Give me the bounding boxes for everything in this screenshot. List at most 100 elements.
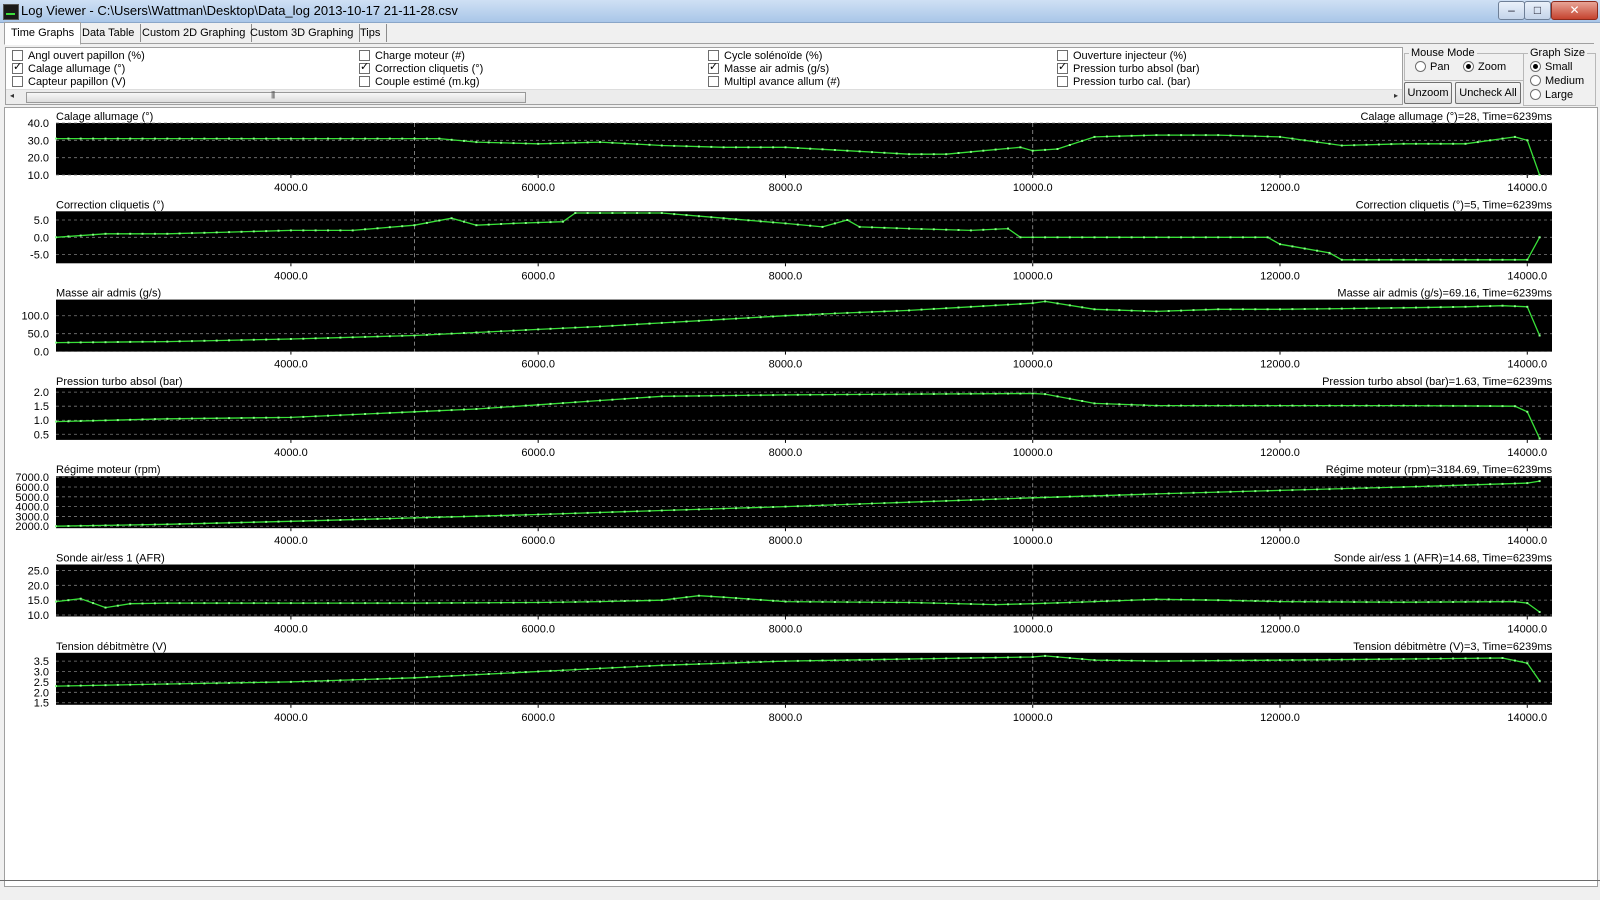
y-tick-label: 40.0 bbox=[28, 118, 49, 130]
channel-item[interactable]: Pression turbo absol (bar) bbox=[1057, 61, 1200, 76]
data-point bbox=[1056, 302, 1059, 305]
channel-item[interactable]: Couple estimé (m.kg) bbox=[359, 75, 480, 89]
checkbox[interactable] bbox=[12, 61, 23, 74]
unzoom-button[interactable]: Unzoom bbox=[1404, 82, 1452, 104]
channel-item[interactable]: Correction cliquetis (°) bbox=[359, 61, 483, 76]
data-point bbox=[1291, 137, 1294, 140]
data-point bbox=[1068, 304, 1071, 307]
scrollbar-thumb[interactable]: ||| bbox=[26, 90, 526, 103]
tab-time-graphs[interactable]: Time Graphs bbox=[4, 22, 82, 45]
channel-item[interactable]: Capteur papillon (V) bbox=[12, 75, 126, 89]
channel-item[interactable]: Cycle solénoïde (%) bbox=[708, 49, 822, 63]
data-point bbox=[772, 315, 775, 318]
checkbox[interactable] bbox=[359, 75, 370, 87]
checkbox[interactable] bbox=[12, 49, 23, 61]
data-point bbox=[586, 400, 589, 403]
data-point bbox=[747, 506, 750, 509]
close-button[interactable]: ✕ bbox=[1551, 1, 1598, 20]
data-point bbox=[549, 669, 552, 672]
data-point bbox=[722, 662, 725, 665]
data-point bbox=[1192, 659, 1195, 662]
data-point bbox=[796, 659, 799, 662]
minimize-button[interactable]: – bbox=[1498, 1, 1525, 20]
channel-item[interactable]: Calage allumage (°) bbox=[12, 61, 125, 76]
data-point bbox=[586, 511, 589, 514]
data-point bbox=[1353, 487, 1356, 490]
data-point bbox=[1093, 600, 1096, 603]
checkbox[interactable] bbox=[359, 49, 370, 61]
graph-size-small[interactable]: Small bbox=[1530, 60, 1573, 73]
data-point bbox=[1316, 307, 1319, 310]
radio-button[interactable] bbox=[1415, 60, 1426, 72]
data-point bbox=[67, 341, 70, 344]
radio-button[interactable] bbox=[1530, 74, 1541, 86]
plot-background bbox=[56, 123, 1552, 175]
horizontal-scrollbar[interactable]: ◂ ||| ▸ bbox=[6, 89, 1402, 104]
data-point bbox=[475, 331, 478, 334]
x-tick-label: 12000.0 bbox=[1260, 182, 1300, 194]
data-point bbox=[932, 602, 935, 605]
tab-custom-3d-graphing[interactable]: Custom 3D Graphing bbox=[244, 24, 361, 42]
graph-size-large[interactable]: Large bbox=[1530, 88, 1574, 101]
uncheck-all-button[interactable]: Uncheck All bbox=[1455, 82, 1521, 104]
scroll-right-arrow-icon[interactable]: ▸ bbox=[1394, 91, 1398, 100]
channel-item[interactable]: Masse air admis (g/s) bbox=[708, 61, 829, 76]
data-point bbox=[327, 602, 329, 605]
graph-size-large-label: Large bbox=[1545, 89, 1574, 101]
data-point bbox=[141, 137, 144, 140]
checkbox[interactable] bbox=[708, 49, 719, 61]
data-point bbox=[475, 673, 478, 676]
checkbox[interactable] bbox=[1057, 49, 1068, 61]
radio-button[interactable] bbox=[1463, 60, 1474, 72]
data-point bbox=[104, 341, 107, 344]
channel-item[interactable]: Angl ouvert papillon (%) bbox=[12, 49, 145, 63]
maximize-button[interactable]: □ bbox=[1524, 1, 1551, 20]
data-point bbox=[339, 679, 342, 682]
data-point bbox=[376, 227, 379, 230]
data-point bbox=[537, 142, 540, 145]
tab-custom-2d-graphing[interactable]: Custom 2D Graphing bbox=[136, 24, 253, 42]
data-point bbox=[697, 215, 700, 218]
data-point bbox=[932, 393, 935, 395]
data-point bbox=[450, 332, 453, 335]
data-point bbox=[1526, 305, 1529, 308]
data-point bbox=[1031, 602, 1034, 605]
data-point bbox=[1353, 601, 1356, 603]
channel-item[interactable]: Pression turbo cal. (bar) bbox=[1057, 75, 1190, 89]
graph-size-small-label: Small bbox=[1545, 61, 1573, 73]
radio-button[interactable] bbox=[1530, 88, 1541, 100]
plot-background bbox=[56, 387, 1552, 440]
channel-item[interactable]: Multipl avance allum (#) bbox=[708, 75, 840, 89]
mouse-mode-pan[interactable]: Pan bbox=[1415, 60, 1450, 73]
data-point bbox=[1044, 393, 1047, 396]
checkbox[interactable] bbox=[1057, 75, 1068, 87]
checkbox[interactable] bbox=[708, 75, 719, 87]
data-point bbox=[178, 417, 181, 420]
data-point bbox=[1291, 308, 1294, 311]
scroll-left-arrow-icon[interactable]: ◂ bbox=[10, 91, 14, 100]
data-point bbox=[1180, 404, 1183, 407]
data-point bbox=[1439, 484, 1442, 487]
x-tick-label: 10000.0 bbox=[1013, 270, 1053, 282]
data-point bbox=[178, 682, 181, 685]
data-point bbox=[1143, 493, 1145, 496]
graph-size-medium[interactable]: Medium bbox=[1530, 74, 1584, 87]
data-point bbox=[759, 598, 762, 601]
channel-item[interactable]: Charge moteur (#) bbox=[359, 49, 465, 63]
data-point bbox=[673, 597, 676, 600]
checkbox[interactable] bbox=[1057, 61, 1068, 74]
data-point bbox=[623, 510, 626, 513]
checkbox[interactable] bbox=[359, 61, 370, 74]
data-point bbox=[759, 146, 762, 149]
mouse-mode-zoom[interactable]: Zoom bbox=[1463, 60, 1506, 73]
checkbox[interactable] bbox=[708, 61, 719, 74]
tab-tips[interactable]: Tips bbox=[354, 24, 388, 42]
checkbox[interactable] bbox=[12, 75, 23, 87]
channel-item[interactable]: Ouverture injecteur (%) bbox=[1057, 49, 1187, 63]
data-point bbox=[1130, 599, 1133, 602]
data-point bbox=[1254, 600, 1257, 602]
data-point bbox=[858, 658, 861, 661]
tab-data-table[interactable]: Data Table bbox=[76, 24, 142, 42]
data-point bbox=[388, 335, 391, 338]
radio-button[interactable] bbox=[1530, 60, 1541, 72]
